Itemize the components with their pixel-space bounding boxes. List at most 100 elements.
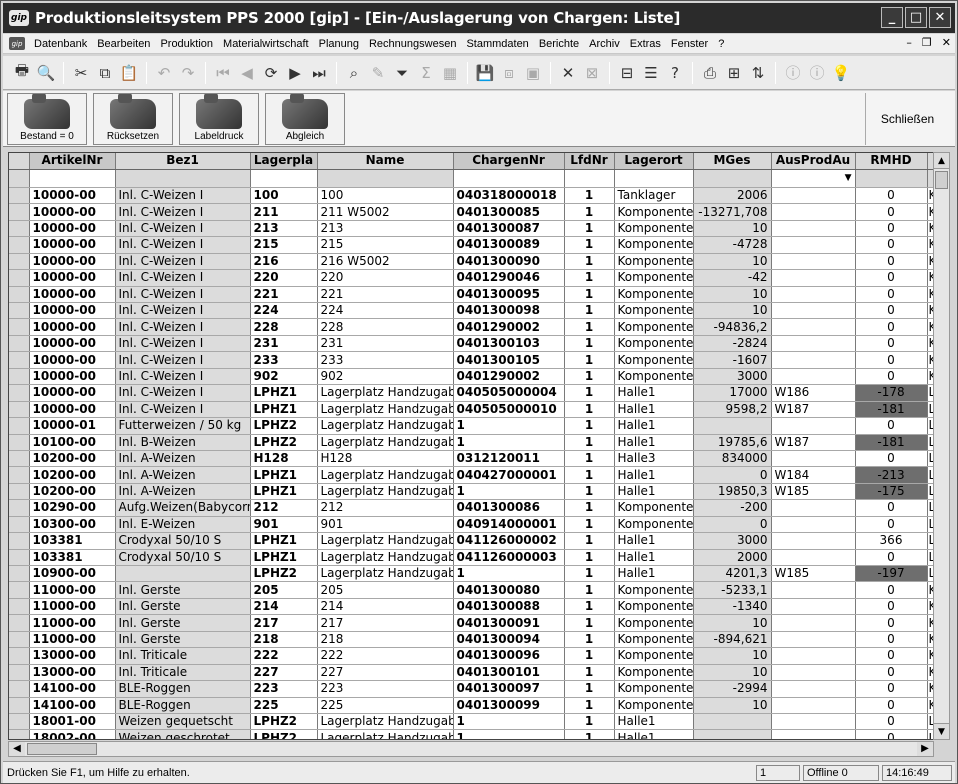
row-selector[interactable] <box>9 335 30 353</box>
save-all-icon[interactable]: ⧈ <box>498 62 520 84</box>
cell-artikelnr[interactable]: 10900-00 <box>29 565 116 583</box>
cell-name[interactable]: 224 <box>317 302 454 320</box>
cell-artikelnr[interactable]: 10000-00 <box>29 220 116 238</box>
cell-artikelnr[interactable]: 10000-00 <box>29 286 116 304</box>
cell-lfdnr[interactable]: 1 <box>564 286 615 304</box>
cell-bez1[interactable]: Inl. C-Weizen I <box>115 401 251 419</box>
cell-lagerort[interactable]: Komponente <box>614 351 694 369</box>
cell-lagerort[interactable]: Komponente <box>614 581 694 599</box>
cell-lagerort[interactable]: Komponente <box>614 368 694 386</box>
cell-chargennr[interactable]: 0401290046 <box>453 269 565 287</box>
cell-lagerort[interactable]: Komponente <box>614 598 694 616</box>
filter-rmhd-input[interactable] <box>855 169 928 188</box>
cell-mges[interactable]: -1607 <box>693 351 772 369</box>
cell-lfdnr[interactable]: 1 <box>564 253 615 271</box>
cell-bez1[interactable]: Inl. Gerste <box>115 598 251 616</box>
cell-lagerplatz[interactable]: 100 <box>250 187 318 205</box>
cell-name[interactable]: 100 <box>317 187 454 205</box>
table-row[interactable]: 10000-00 Inl. C-Weizen I 224 224 0401300098 1… <box>9 302 933 320</box>
cell-bez1[interactable]: Inl. C-Weizen I <box>115 302 251 320</box>
cell-ausprodau[interactable] <box>771 417 856 435</box>
cell-lfdnr[interactable]: 1 <box>564 680 615 698</box>
cell-lagerplatz[interactable]: LPHZ1 <box>250 466 318 484</box>
title-bar[interactable]: gip Produktionsleitsystem PPS 2000 [gip]… <box>3 3 955 33</box>
cell-mges[interactable]: 19850,3 <box>693 483 772 501</box>
cell-rmhd[interactable]: 0 <box>855 286 928 304</box>
cell-lfdnr[interactable]: 1 <box>564 187 615 205</box>
cell-artikelnr[interactable]: 13000-00 <box>29 647 116 665</box>
col-header-lagerort[interactable]: Lagerort <box>614 153 694 170</box>
cell-ausprodau[interactable] <box>771 318 856 336</box>
cell-chargennr[interactable]: 0401300099 <box>453 697 565 714</box>
cell-lagerplatz[interactable]: 221 <box>250 286 318 304</box>
table-row[interactable]: 13000-00 Inl. Triticale 227 227 0401300101 1 K… <box>9 664 933 682</box>
row-selector[interactable] <box>9 236 30 254</box>
cell-chargennr[interactable]: 0401300101 <box>453 664 565 682</box>
cell-mges[interactable]: 2006 <box>693 187 772 205</box>
cell-lfdnr[interactable]: 1 <box>564 516 615 534</box>
find-icon[interactable]: ⌕ <box>343 62 365 84</box>
menu-planung[interactable]: Planung <box>314 38 364 50</box>
horizontal-scroll-thumb[interactable] <box>27 743 97 755</box>
row-selector[interactable] <box>9 680 30 698</box>
cell-mges[interactable]: 2000 <box>693 549 772 567</box>
cell-ausprodau[interactable] <box>771 664 856 682</box>
first-record-icon[interactable]: ⏮ <box>212 62 234 84</box>
cell-artikelnr[interactable]: 14100-00 <box>29 680 116 698</box>
menu-extras[interactable]: Extras <box>625 38 666 50</box>
cell-name[interactable]: 205 <box>317 581 454 599</box>
row-header-corner[interactable] <box>9 153 30 170</box>
cell-artikelnr[interactable]: 103381 <box>29 549 116 567</box>
row-selector[interactable] <box>9 549 30 567</box>
cell-chargennr[interactable]: 040505000010 <box>453 401 565 419</box>
import-icon[interactable]: ⎙ <box>699 62 721 84</box>
cell-lfdnr[interactable]: 1 <box>564 713 615 731</box>
cell-artikelnr[interactable]: 14100-00 <box>29 697 116 714</box>
cell-lagerplatz[interactable]: LPHZ2 <box>250 417 318 435</box>
cell-chargennr[interactable]: 1 <box>453 713 565 731</box>
cell-ausprodau[interactable] <box>771 499 856 517</box>
cell-lagerort[interactable]: Halle1 <box>614 549 694 567</box>
table-row[interactable]: 10000-00 Inl. C-Weizen I LPHZ1 Lagerplatz H… <box>9 401 933 419</box>
table-row[interactable]: 10000-00 Inl. C-Weizen I 216 216 W5002 04013… <box>9 253 933 271</box>
cell-rmhd[interactable]: 0 <box>855 614 928 632</box>
cell-lfdnr[interactable]: 1 <box>564 269 615 287</box>
cell-lagerplatz[interactable]: 220 <box>250 269 318 287</box>
row-selector[interactable] <box>9 647 30 665</box>
col-header-chargennr[interactable]: ChargenNr <box>453 153 565 170</box>
cell-lfdnr[interactable]: 1 <box>564 565 615 583</box>
cell-chargennr[interactable]: 0401300105 <box>453 351 565 369</box>
cell-lagerort[interactable]: Komponente <box>614 269 694 287</box>
sum-icon[interactable]: Σ <box>415 62 437 84</box>
cell-mges[interactable] <box>693 713 772 731</box>
cell-bez1[interactable]: Inl. Gerste <box>115 614 251 632</box>
cell-ausprodau[interactable] <box>771 614 856 632</box>
refresh-icon[interactable]: ⟳ <box>260 62 282 84</box>
cell-lagerplatz[interactable]: 217 <box>250 614 318 632</box>
cell-name[interactable]: Lagerplatz Handzugabe <box>317 549 454 567</box>
cell-lagerplatz[interactable]: LPHZ1 <box>250 549 318 567</box>
cell-ausprodau[interactable]: W185 <box>771 483 856 501</box>
cell-lfdnr[interactable]: 1 <box>564 532 615 550</box>
mdi-close-icon[interactable]: ✕ <box>942 36 951 49</box>
row-selector[interactable] <box>9 253 30 271</box>
menu-berichte[interactable]: Berichte <box>534 38 584 50</box>
cell-rmhd[interactable]: 366 <box>855 532 928 550</box>
cell-chargennr[interactable]: 0401300094 <box>453 631 565 649</box>
cell-lagerort[interactable]: Komponente <box>614 335 694 353</box>
row-selector[interactable] <box>9 434 30 451</box>
cell-chargennr[interactable]: 040427000001 <box>453 466 565 484</box>
cell-name[interactable]: 231 <box>317 335 454 353</box>
cell-rmhd[interactable]: 0 <box>855 351 928 369</box>
cell-lfdnr[interactable]: 1 <box>564 351 615 369</box>
redo-icon[interactable]: ↷ <box>177 62 199 84</box>
row-selector[interactable] <box>9 697 30 714</box>
labeldruck-button[interactable]: Labeldruck <box>179 93 259 145</box>
cell-rmhd[interactable]: 0 <box>855 368 928 386</box>
row-selector[interactable] <box>9 450 30 468</box>
cell-artikelnr[interactable]: 10200-00 <box>29 483 116 501</box>
cell-chargennr[interactable]: 0401300080 <box>453 581 565 599</box>
cell-mges[interactable]: 3000 <box>693 532 772 550</box>
cell-mges[interactable]: -42 <box>693 269 772 287</box>
cell-bez1[interactable]: Inl. Gerste <box>115 631 251 649</box>
